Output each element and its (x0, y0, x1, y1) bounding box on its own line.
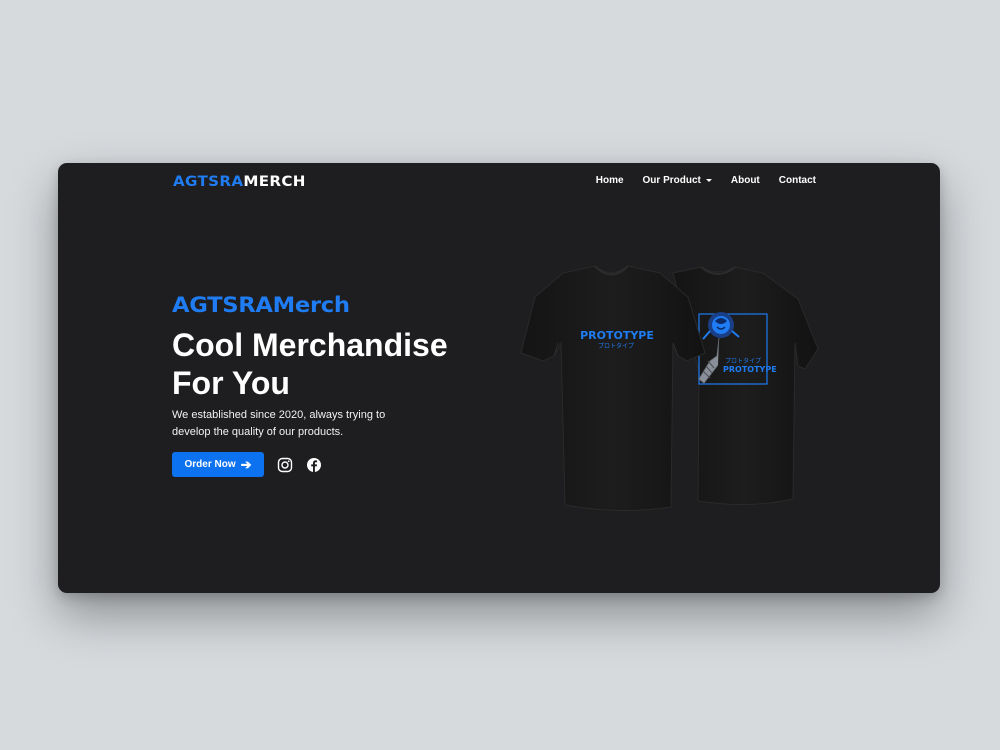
back-jp-text: プロトタイプ (725, 357, 761, 365)
hero-title-line2: For You (172, 365, 290, 401)
instagram-icon[interactable] (277, 457, 293, 473)
logo-accent: AGTSRA (173, 174, 244, 190)
hero-title-line1: Cool Merchandise (172, 327, 448, 363)
nav-contact[interactable]: Contact (779, 175, 816, 186)
back-tshirt: プロトタイプ PROTOTYPE (672, 266, 819, 506)
main-nav: Home Our Product About Contact (577, 175, 816, 186)
nav-about-label: About (730, 175, 760, 186)
hero-title: Cool Merchandise For You (172, 326, 502, 402)
front-tshirt: PROTOTYPE プロトタイプ (520, 265, 706, 512)
hero-subtitle: We established since 2020, always trying… (172, 409, 386, 438)
front-jp-text: プロトタイプ (598, 342, 634, 350)
nav-contact-label: Contact (778, 175, 816, 186)
caret-down-icon (705, 179, 712, 182)
hero-card: AGTSRAMERCH Home Our Product About Conta… (58, 163, 940, 593)
logo-rest: MERCH (243, 174, 306, 190)
nav-home-label: Home (595, 175, 624, 186)
nav-our-product-dropdown[interactable]: Our Product (643, 175, 712, 186)
nav-our-product-label: Our Product (642, 175, 701, 186)
order-now-label: Order Now (184, 459, 236, 470)
site-logo[interactable]: AGTSRAMERCH (173, 174, 306, 190)
front-print-text: PROTOTYPE (580, 329, 654, 342)
facebook-icon[interactable] (306, 457, 322, 473)
order-now-button[interactable]: Order Now ➔ (172, 452, 264, 477)
tshirt-product-image: プロトタイプ PROTOTYPE PROTOTYPE プロトタイプ (520, 265, 819, 512)
back-print-text: PROTOTYPE (723, 365, 777, 374)
nav-about[interactable]: About (731, 175, 760, 186)
nav-home[interactable]: Home (596, 175, 624, 186)
arrow-right-icon: ➔ (240, 457, 252, 472)
hero-brand: AGTSRAMerch (172, 293, 350, 317)
